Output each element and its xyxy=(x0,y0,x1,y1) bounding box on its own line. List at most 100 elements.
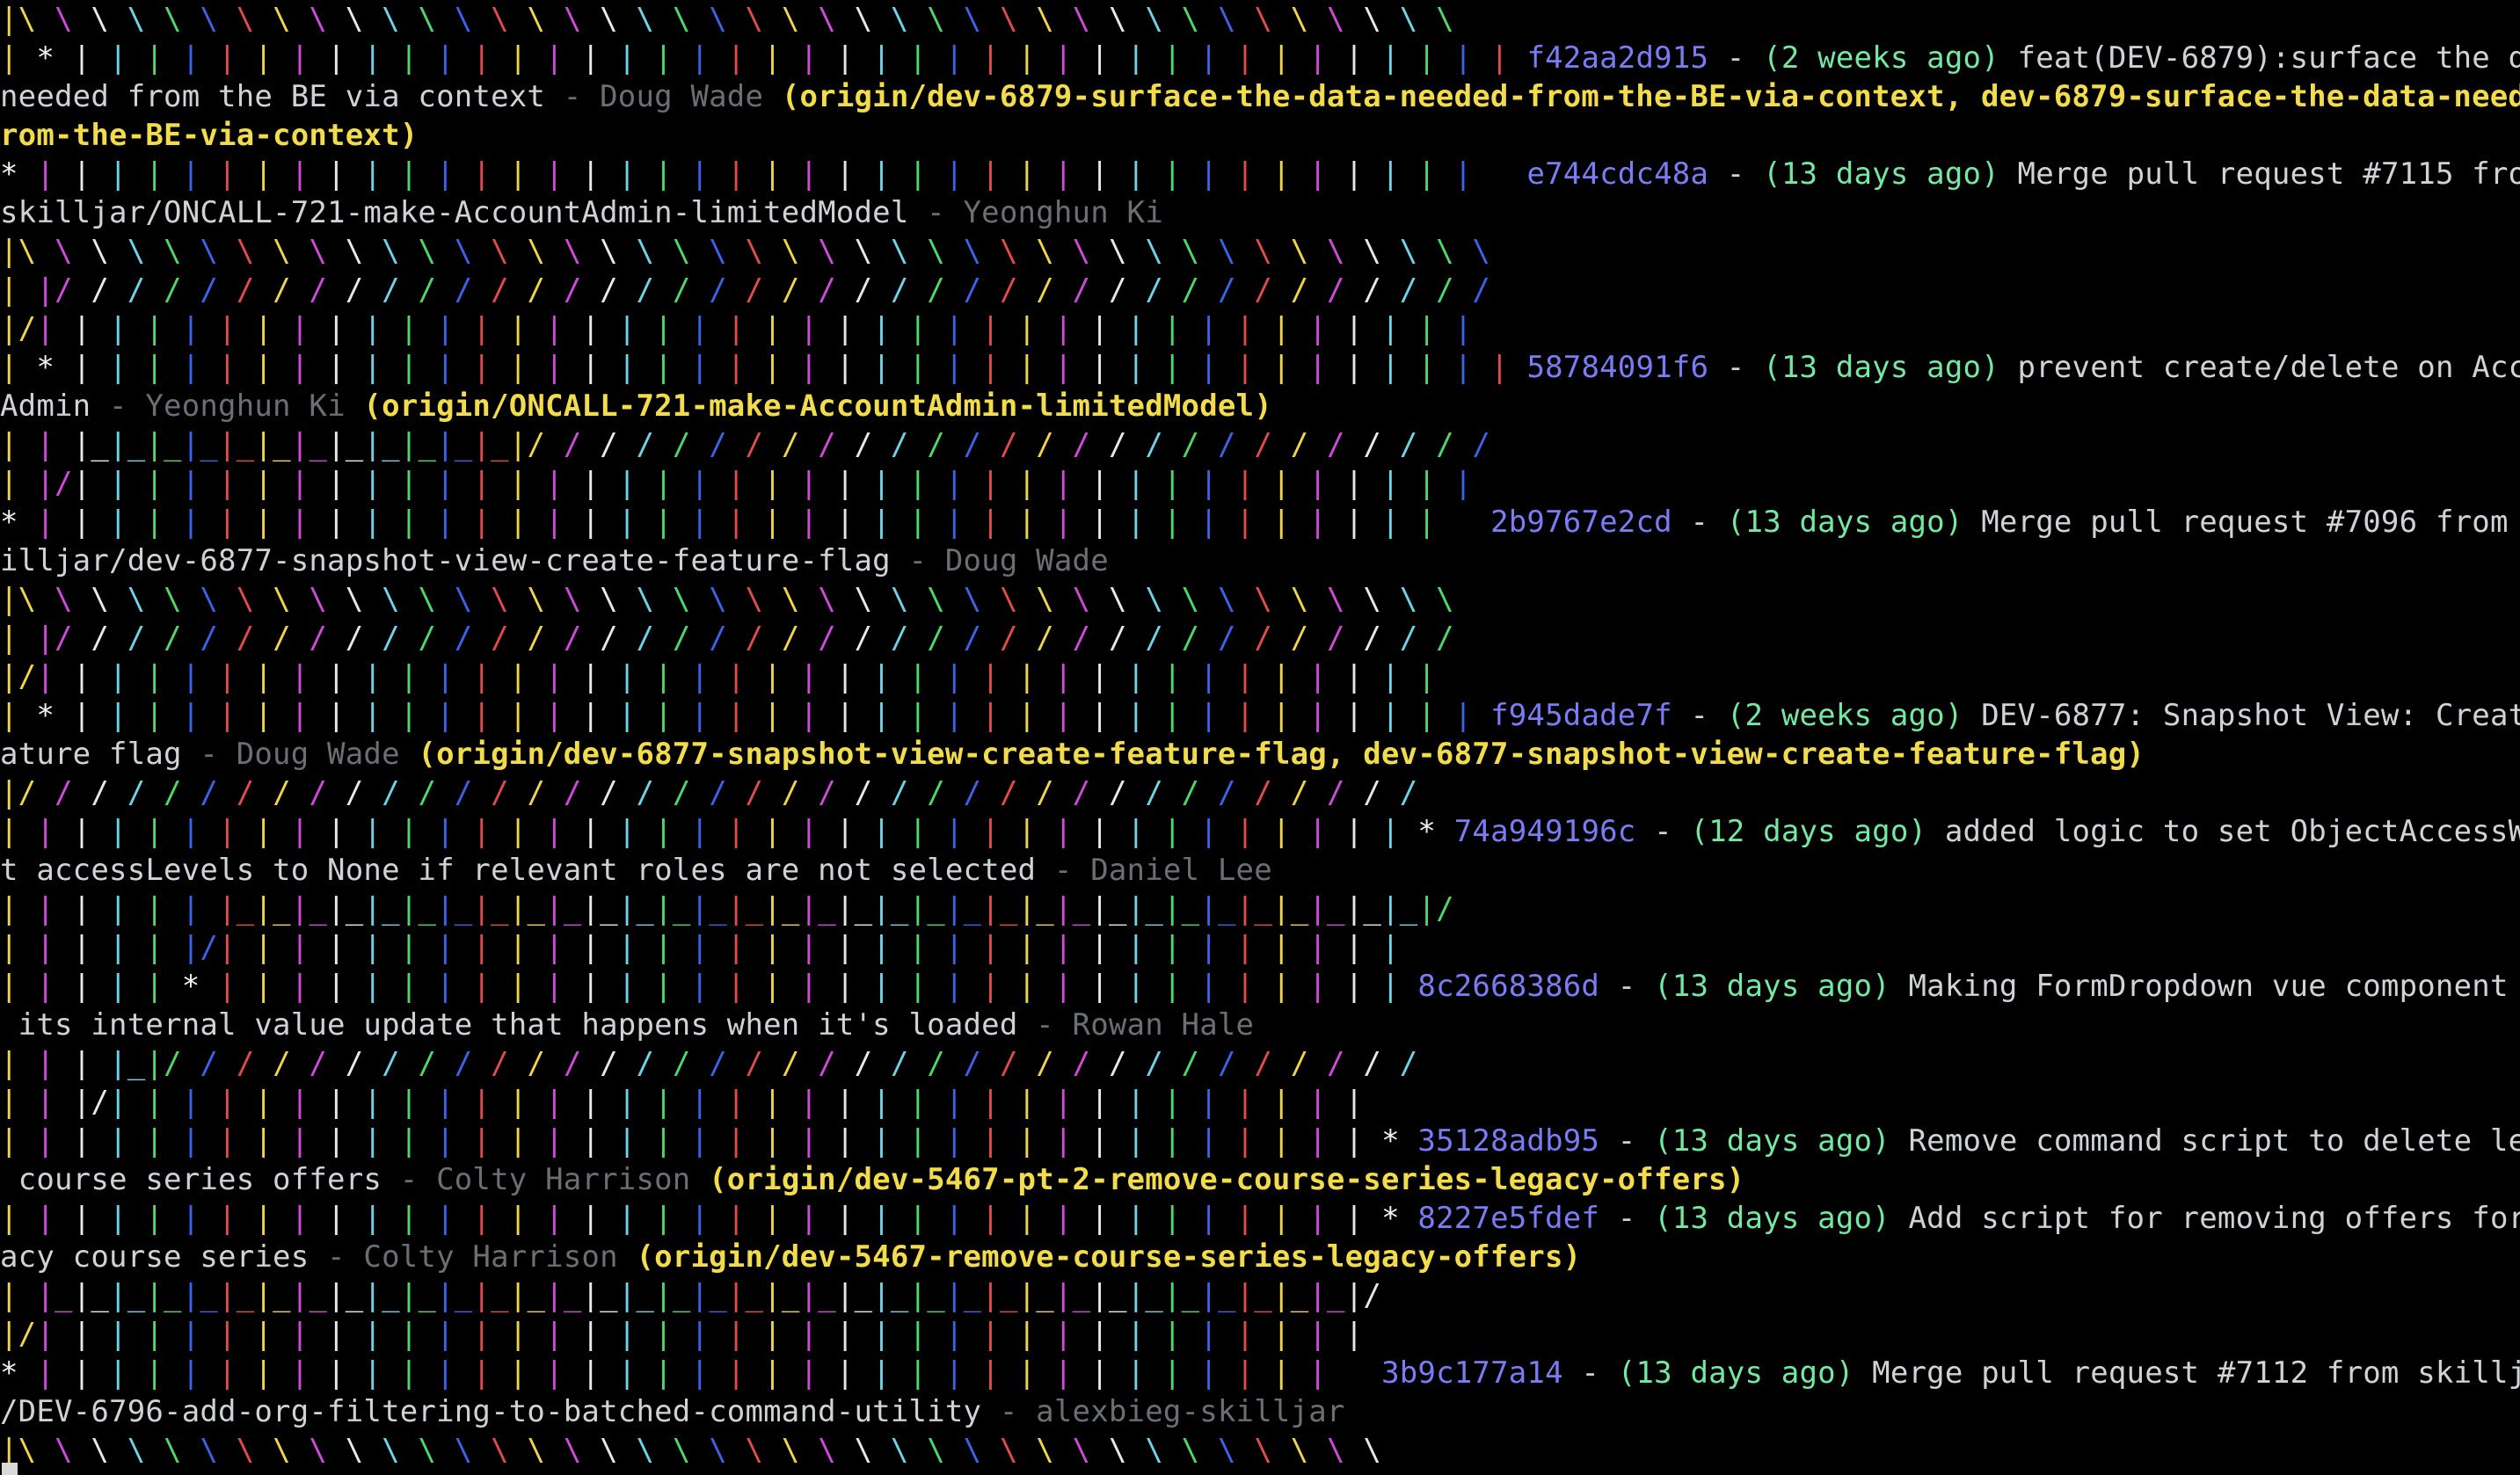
graph-segment: |\ \ \ \ \ \ \ \ \ \ \ \ \ \ \ \ \ \ \ \… xyxy=(0,1433,1382,1468)
commit-message: Admin xyxy=(0,389,91,424)
commit-message: /DEV-6796-add-org-filtering-to-batched-c… xyxy=(0,1394,982,1429)
log-line: | |_|_|_|_|_|_|_|_|_|_|_|_|_|_|_|_|_|_|_… xyxy=(0,1276,2520,1315)
commit-hash: 35128adb95 xyxy=(1417,1123,1600,1159)
commit-date: (13 days ago) xyxy=(1654,1201,1890,1236)
commit-message: acy course series xyxy=(0,1239,310,1275)
graph-segment: | * | | | | | | | | | | | | | | | | | | … xyxy=(0,350,1509,385)
commit-hash: 8227e5fdef xyxy=(1417,1201,1600,1236)
graph-segment: * | | | | | | | | | | | | | | | | | | | … xyxy=(0,156,1473,192)
separator: - xyxy=(1708,40,1764,76)
commit-author: - Yeonghun Ki xyxy=(908,195,1163,230)
graph-segment: | | | | | * | | | | | | | | | | | | | | … xyxy=(0,969,1400,1004)
graph-segment: | |_|_|_|_|_|_|_|_|_|_|_|_|_|_|_|_|_|_|_… xyxy=(0,1278,1382,1313)
commit-date: (13 days ago) xyxy=(1654,969,1890,1004)
commit-author: - Doug Wade xyxy=(890,543,1109,578)
commit-date: (13 days ago) xyxy=(1763,156,1999,192)
commit-hash: f42aa2d915 xyxy=(1526,40,1709,76)
commit-message: DEV-6877: Snapshot View: Create fe xyxy=(1981,698,2520,733)
separator: - xyxy=(1599,969,1655,1004)
separator: - xyxy=(1708,350,1764,385)
commit-message: added logic to set ObjectAccessWidge xyxy=(1944,814,2520,849)
log-line: | | | | | | | | | | | | | | | | | | | | … xyxy=(0,1122,2520,1160)
graph-segment: | | | | | | | | | | | | | | | | | | | | … xyxy=(0,814,1437,849)
graph-segment: |/ / / / / / / / / / / / / / / / / / / /… xyxy=(0,775,1418,810)
graph-segment: | | | | | | | | | | | | | | | | | | | | … xyxy=(0,1201,1400,1236)
log-line: | | | |_|/ / / / / / / / / / / / / / / /… xyxy=(0,1044,2520,1083)
graph-segment: * | | | | | | | | | | | | | | | | | | | … xyxy=(0,1355,1328,1391)
log-line: * | | | | | | | | | | | | | | | | | | | … xyxy=(0,1354,2520,1392)
log-line: |/| | | | | | | | | | | | | | | | | | | … xyxy=(0,658,2520,696)
branch-refs: (origin/dev-6879-surface-the-data-needed… xyxy=(781,79,2520,114)
commit-date: (13 days ago) xyxy=(1654,1123,1890,1159)
commit-author: - Yeonghun Ki xyxy=(91,389,364,424)
log-line: ature flag - Doug Wade (origin/dev-6877-… xyxy=(0,735,2520,774)
graph-segment: | | |_|_|_|_|_|_|_|_|_|_|_|_|/ / / / / /… xyxy=(0,427,1491,462)
branch-refs: (origin/ONCALL-721-make-AccountAdmin-lim… xyxy=(363,389,1272,424)
separator: - xyxy=(1672,505,1727,540)
log-line: |\ \ \ \ \ \ \ \ \ \ \ \ \ \ \ \ \ \ \ \… xyxy=(0,232,2520,271)
graph-segment: | | | |_|/ / / / / / / / / / / / / / / /… xyxy=(0,1046,1418,1081)
separator: - xyxy=(1562,1355,1618,1391)
commit-hash: e744cdc48a xyxy=(1526,156,1709,192)
commit-message: Remove command script to delete legacy xyxy=(1908,1123,2520,1159)
commit-author: - Daniel Lee xyxy=(1036,853,1272,888)
commit-author: - alexbieg-skilljar xyxy=(981,1394,1345,1429)
log-line: Admin - Yeonghun Ki (origin/ONCALL-721-m… xyxy=(0,387,2520,425)
branch-refs: (origin/dev-6877-snapshot-view-create-fe… xyxy=(418,737,2145,772)
commit-hash: 58784091f6 xyxy=(1526,350,1709,385)
commit-date: (2 weeks ago) xyxy=(1726,698,1963,733)
commit-author: - Colty Harrison xyxy=(309,1239,637,1275)
log-line: t accessLevels to None if relevant roles… xyxy=(0,851,2520,890)
graph-segment: | * | | | | | | | | | | | | | | | | | | … xyxy=(0,698,1473,733)
commit-date: (12 days ago) xyxy=(1690,814,1927,849)
log-line: * | | | | | | | | | | | | | | | | | | | … xyxy=(0,503,2520,541)
commit-date: (13 days ago) xyxy=(1726,505,1963,540)
commit-message: ature flag xyxy=(0,737,182,772)
commit-message: t accessLevels to None if relevant roles… xyxy=(0,853,1037,888)
graph-segment: |/| | | | | | | | | | | | | | | | | | | … xyxy=(0,659,1437,694)
graph-segment: * | | | | | | | | | | | | | | | | | | | … xyxy=(0,505,1437,540)
log-line: |/ / / / / / / / / / / / / / / / / / / /… xyxy=(0,774,2520,812)
commit-author: - Doug Wade xyxy=(181,737,419,772)
separator: - xyxy=(1672,698,1727,733)
graph-segment: | | |/| | | | | | | | | | | | | | | | | … xyxy=(0,1085,1364,1120)
commit-date: (13 days ago) xyxy=(1617,1355,1854,1391)
graph-segment: |\ \ \ \ \ \ \ \ \ \ \ \ \ \ \ \ \ \ \ \… xyxy=(0,582,1454,617)
log-line: | * | | | | | | | | | | | | | | | | | | … xyxy=(0,696,2520,735)
log-line: |\ \ \ \ \ \ \ \ \ \ \ \ \ \ \ \ \ \ \ \… xyxy=(0,1431,2520,1470)
log-line: | |/ / / / / / / / / / / / / / / / / / /… xyxy=(0,271,2520,309)
log-line: | | |/| | | | | | | | | | | | | | | | | … xyxy=(0,1083,2520,1122)
log-line: |/| | | | | | | | | | | | | | | | | | | … xyxy=(0,309,2520,348)
terminal-window[interactable]: |\ \ \ \ \ \ \ \ \ \ \ \ \ \ \ \ \ \ \ \… xyxy=(0,0,2520,1475)
commit-hash: 8c2668386d xyxy=(1417,969,1600,1004)
log-line: | | | | | | | | | | | | | | | | | | | | … xyxy=(0,1199,2520,1238)
graph-segment: |/| | | | | | | | | | | | | | | | | | | … xyxy=(0,1317,1364,1352)
log-line: | | | | | | | | | | | | | | | | | | | | … xyxy=(0,812,2520,851)
separator: - xyxy=(1708,156,1764,192)
graph-segment: | * | | | | | | | | | | | | | | | | | | … xyxy=(0,40,1509,76)
log-line: | |/| | | | | | | | | | | | | | | | | | … xyxy=(0,464,2520,503)
separator: - xyxy=(1599,1123,1655,1159)
log-line: | | | | | | |_|_|_|_|_|_|_|_|_|_|_|_|_|_… xyxy=(0,890,2520,928)
separator: - xyxy=(1599,1201,1655,1236)
commit-hash: 3b9c177a14 xyxy=(1381,1355,1563,1391)
separator: - xyxy=(1635,814,1691,849)
branch-refs: rom-the-BE-via-context) xyxy=(0,118,419,153)
commit-message: needed from the BE via context xyxy=(0,79,546,114)
log-line: needed from the BE via context - Doug Wa… xyxy=(0,77,2520,116)
log-line: | | | | | * | | | | | | | | | | | | | | … xyxy=(0,967,2520,1006)
commit-message: prevent create/delete on Account xyxy=(2017,350,2520,385)
log-line: | | | | | |/| | | | | | | | | | | | | | … xyxy=(0,928,2520,967)
commit-date: (2 weeks ago) xyxy=(1763,40,1999,76)
branch-refs: (origin/dev-5467-pt-2-remove-course-seri… xyxy=(709,1162,1745,1197)
graph-segment: |/| | | | | | | | | | | | | | | | | | | … xyxy=(0,311,1473,346)
log-line: illjar/dev-6877-snapshot-view-create-fea… xyxy=(0,541,2520,580)
graph-segment: |\ \ \ \ \ \ \ \ \ \ \ \ \ \ \ \ \ \ \ \… xyxy=(0,2,1454,37)
commit-author: - Rowan Hale xyxy=(1017,1007,1255,1043)
terminal-cursor xyxy=(2,1463,18,1475)
log-line: |\ \ \ \ \ \ \ \ \ \ \ \ \ \ \ \ \ \ \ \… xyxy=(0,0,2520,39)
commit-message: its internal value update that happens w… xyxy=(0,1007,1018,1043)
commit-message: Merge pull request #7115 from xyxy=(1999,156,2520,192)
log-line: | |/ / / / / / / / / / / / / / / / / / /… xyxy=(0,619,2520,658)
commit-message: feat(DEV-6879):surface the data xyxy=(2017,40,2520,76)
